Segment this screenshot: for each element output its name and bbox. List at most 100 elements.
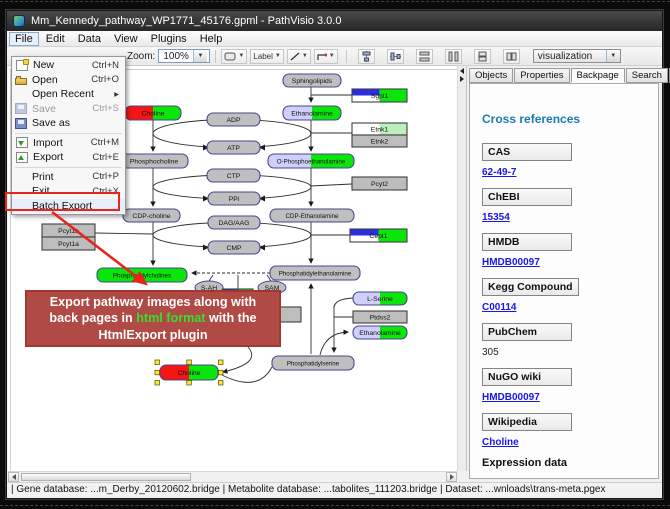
selection-handle[interactable]: [155, 370, 160, 375]
line-tool-button[interactable]: ▼: [287, 49, 311, 64]
node-label: Ethanolamine: [359, 330, 401, 337]
node-phosphatidylserine[interactable]: Phosphatidylserine: [272, 356, 354, 370]
selection-handle[interactable]: [187, 381, 192, 386]
node-pcyt2[interactable]: Pcyt2: [352, 177, 407, 190]
node-ethanolamine-top[interactable]: Ethanolamine: [283, 106, 341, 120]
common-width-icon: [419, 51, 430, 62]
node-etnk2[interactable]: Etnk2: [352, 135, 407, 147]
xref-link-nugo-wiki[interactable]: HMDB00097: [482, 392, 540, 403]
node-phosphatidylcholines[interactable]: Phosphatidylcholines: [97, 268, 187, 282]
node-lserine[interactable]: L-Serine: [353, 292, 407, 305]
menu-item-open-recent[interactable]: Open Recent▸: [12, 87, 125, 102]
splitter-divider[interactable]: [457, 66, 467, 471]
datanode-tool-button[interactable]: ▼: [221, 49, 247, 64]
visualization-combobox[interactable]: visualization ▼: [533, 49, 621, 63]
node-sphingolipids[interactable]: Sphingolipids: [283, 74, 341, 87]
selection-handle[interactable]: [155, 381, 160, 386]
node-o-phosphoethanolamine[interactable]: O-Phosphoethanolamine: [268, 154, 354, 168]
menu-item-save[interactable]: SaveCtrl+S: [12, 102, 125, 117]
node-label: Pcyt2: [371, 181, 388, 188]
node-ppi[interactable]: PPi: [208, 192, 260, 205]
node-pcyt1a[interactable]: Pcyt1a: [42, 237, 95, 250]
selection-handle[interactable]: [155, 360, 160, 365]
node-cmp[interactable]: CMP: [208, 241, 260, 254]
common-height-icon: [448, 51, 459, 62]
selection-handle[interactable]: [219, 381, 224, 386]
node-ethanolamine-bottom[interactable]: Ethanolamine: [353, 326, 407, 339]
label-tool-button[interactable]: Label ▼: [250, 49, 284, 64]
xref-link-wikipedia[interactable]: Choline: [482, 437, 519, 448]
align-center-button[interactable]: [358, 49, 375, 64]
node-cdp-choline[interactable]: CDP-choline: [123, 209, 180, 222]
menu-help[interactable]: Help: [194, 32, 229, 46]
node-label: CTP: [227, 173, 241, 180]
connector-tool-button[interactable]: ▼: [314, 49, 338, 64]
node-cdp-ethanolamine[interactable]: CDP-Ethanolamine: [270, 209, 354, 222]
node-adp[interactable]: ADP: [207, 113, 260, 126]
node-label: Sphingolipids: [292, 78, 333, 85]
xref-section-nugo-wiki: NuGO wikiHMDB00097: [482, 367, 658, 403]
menu-item-import[interactable]: ImportCtrl+M: [12, 136, 125, 151]
zoom-dropdown-icon[interactable]: ▼: [193, 50, 207, 62]
xref-link-chebi[interactable]: 15354: [482, 212, 510, 223]
xref-link-kegg-compound[interactable]: C00114: [482, 302, 516, 313]
menu-view[interactable]: View: [108, 32, 144, 46]
tab-backpage[interactable]: Backpage: [571, 68, 625, 83]
node-ptdss2[interactable]: Ptdss2: [353, 311, 407, 323]
horizontal-scrollbar[interactable]: [8, 471, 457, 482]
sidebar-panel: ObjectsPropertiesBackpageSearchLegend Cr…: [467, 66, 661, 479]
selection-handle[interactable]: [187, 360, 192, 365]
xref-section-chebi: ChEBI15354: [482, 187, 658, 223]
menu-item-print[interactable]: PrintCtrl+P: [12, 170, 125, 185]
tab-search[interactable]: Search: [626, 68, 668, 83]
menu-item-open[interactable]: OpenCtrl+O: [12, 73, 125, 88]
menu-file[interactable]: File: [9, 32, 39, 46]
line-icon: [290, 52, 300, 61]
collapse-left-icon[interactable]: [460, 68, 464, 74]
title-bar[interactable]: Mm_Kennedy_pathway_WP1771_45176.gpml - P…: [7, 11, 662, 31]
node-ctp[interactable]: CTP: [207, 169, 260, 182]
node-choline-top[interactable]: Choline: [125, 106, 181, 120]
stack-vertical-icon: [477, 51, 488, 62]
scrollbar-thumb[interactable]: [21, 473, 191, 481]
menu-shortcut: Ctrl+N: [92, 60, 119, 71]
align-middle-button[interactable]: [387, 49, 404, 64]
node-dag-aag[interactable]: DAG/AAG: [208, 216, 260, 229]
common-height-button[interactable]: [445, 49, 462, 64]
node-label: ADP: [227, 117, 241, 124]
stack-horizontal-button[interactable]: [503, 49, 520, 64]
visualization-dropdown-icon[interactable]: ▼: [606, 50, 620, 62]
node-cept1[interactable]: Cept1: [350, 229, 407, 242]
menu-plugins[interactable]: Plugins: [145, 32, 193, 46]
common-width-button[interactable]: [416, 49, 433, 64]
selection-handle[interactable]: [219, 360, 224, 365]
xref-link-hmdb[interactable]: HMDB00097: [482, 257, 540, 268]
menu-edit[interactable]: Edit: [40, 32, 71, 46]
xref-section-wikipedia: Wikipedia Choline: [482, 412, 658, 448]
node-choline-selected[interactable]: Choline: [155, 360, 223, 385]
scroll-left-icon[interactable]: [8, 472, 19, 482]
selection-handle[interactable]: [219, 370, 224, 375]
node-etnk1[interactable]: Etnk1: [352, 123, 407, 135]
node-pcyt1b[interactable]: Pcyt1b: [42, 224, 95, 237]
node-atp[interactable]: ATP: [207, 141, 260, 154]
scroll-right-icon[interactable]: [446, 472, 457, 482]
stack-vertical-button[interactable]: [474, 49, 491, 64]
node-sgpl1[interactable]: Sgpl1: [352, 89, 407, 102]
tab-objects[interactable]: Objects: [469, 68, 513, 83]
menu-item-save-as[interactable]: Save as: [12, 116, 125, 131]
menu-data[interactable]: Data: [72, 32, 107, 46]
node-phosphatidylethanolamine[interactable]: Phosphatidylethanolamine: [270, 266, 360, 280]
tab-properties[interactable]: Properties: [514, 68, 569, 83]
menu-shortcut: Ctrl+O: [91, 74, 119, 85]
xref-value: Choline: [482, 437, 658, 448]
collapse-right-icon[interactable]: [460, 76, 464, 82]
node-phosphocholine[interactable]: Phosphocholine: [120, 154, 188, 168]
xref-link-cas[interactable]: 62-49-7: [482, 167, 516, 178]
xref-title: Wikipedia: [482, 413, 572, 431]
menu-item-new[interactable]: New Ctrl+N: [12, 58, 125, 73]
menu-item-label: New: [33, 59, 54, 71]
menu-item-export[interactable]: ExportCtrl+E: [12, 150, 125, 165]
zoom-combobox[interactable]: 100% ▼: [158, 49, 210, 63]
node-label: Phosphatidylethanolamine: [279, 270, 352, 277]
